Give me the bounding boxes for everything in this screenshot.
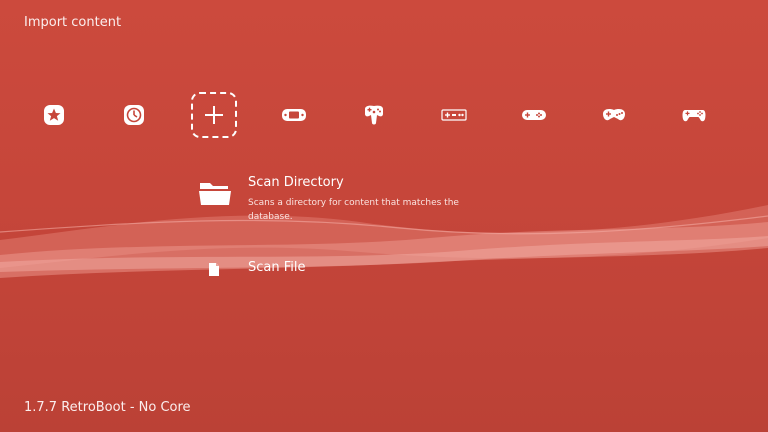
gameboy-advance-icon [281,107,307,123]
tab-bar [0,92,768,138]
tab-genesis[interactable] [591,92,637,138]
genesis-controller-icon [601,106,627,124]
tab-nintendo-64[interactable] [351,92,397,138]
tab-snes[interactable] [511,92,557,138]
status-bar-text: 1.7.7 RetroBoot - No Core [24,400,191,415]
tab-favorites[interactable] [31,92,77,138]
add-plus-icon [203,104,225,126]
tab-history[interactable] [111,92,157,138]
ps-controller-icon [681,107,707,123]
menu-item-label: Scan Directory [248,175,344,190]
nes-controller-icon [441,108,467,122]
tab-gameboy-advance[interactable] [271,92,317,138]
favorites-star-icon [43,104,65,126]
n64-controller-icon [362,103,386,127]
snes-controller-icon [521,108,547,122]
tab-nes[interactable] [431,92,477,138]
folder-icon [198,179,232,211]
tab-import-content[interactable] [191,92,237,138]
file-icon [208,262,220,281]
history-clock-icon [123,104,145,126]
tab-playstation[interactable] [671,92,717,138]
menu-item-sublabel: Scans a directory for content that match… [248,198,459,222]
page-title: Import content [24,15,122,30]
menu-item-label: Scan File [248,260,306,275]
